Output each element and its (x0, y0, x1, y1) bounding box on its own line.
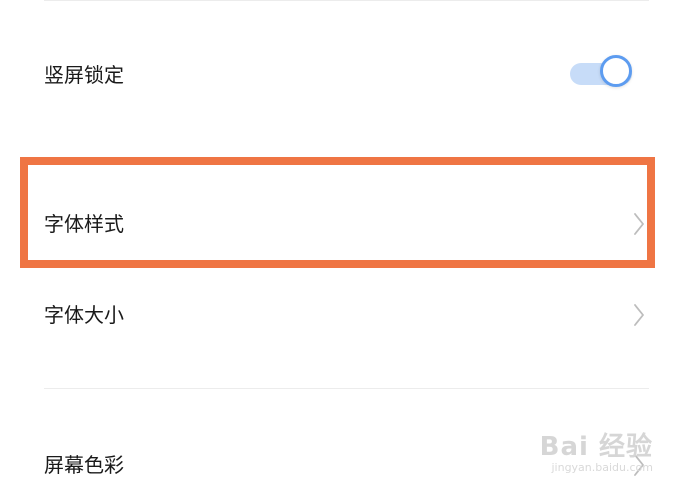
toggle-knob (600, 55, 632, 87)
portrait-lock-toggle[interactable] (568, 54, 640, 96)
top-divider (44, 0, 649, 1)
settings-screen: 竖屏锁定 字体样式 字体大小 屏幕色彩 Bai 经验 jingyan.baidu… (0, 0, 689, 497)
font-size-row[interactable]: 字体大小 (0, 285, 689, 345)
portrait-lock-label: 竖屏锁定 (44, 63, 124, 87)
watermark-url-text: jingyan.baidu.com (551, 461, 653, 474)
font-size-label: 字体大小 (44, 303, 124, 327)
font-style-label: 字体样式 (44, 212, 124, 236)
screen-color-label: 屏幕色彩 (44, 453, 124, 477)
chevron-right-icon (633, 303, 645, 327)
watermark-main-text: Bai 经验 (539, 432, 653, 462)
chevron-right-icon (633, 212, 645, 236)
baidu-jingyan-watermark: Bai 经验 jingyan.baidu.com (540, 433, 653, 475)
font-style-row[interactable]: 字体样式 (0, 195, 689, 255)
section-divider (44, 388, 649, 389)
